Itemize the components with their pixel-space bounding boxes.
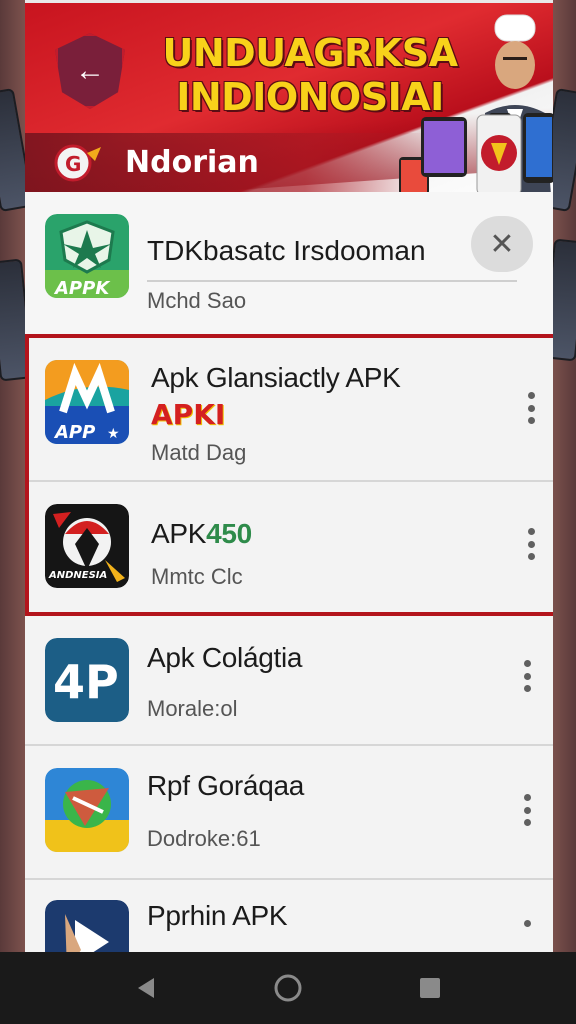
header-banner: ← UNDUAGRKSA INDIONOSIAI G Ndorian [25,0,553,192]
list-item[interactable]: 4P Apk Colágtia Morale:ol [25,616,553,746]
close-icon: ✕ [489,227,515,261]
search-meta: Mchd Sao [147,288,247,313]
back-shield-button[interactable]: ← [55,33,125,109]
apk-shield-app-icon: APPK [45,214,129,298]
app-title: APK450 [151,518,252,549]
app-icon-label: APPK [53,278,111,298]
banner-title: UNDUAGRKSA INDIONOSIAI [162,31,458,119]
app-title: Rpf Goráqaa [147,770,305,801]
app-icon-label: 4P [53,655,119,709]
app-screen: ← UNDUAGRKSA INDIONOSIAI G Ndorian APPK … [25,0,553,1024]
svg-text:★: ★ [107,425,120,441]
more-options-icon[interactable] [515,790,539,830]
app-subtitle: Mmtc Clc [151,564,243,589]
list-item[interactable]: Pprhin APK [25,880,553,984]
app-subtitle: Dodroke:61 [147,826,261,851]
app-icon-label: APP [53,422,95,443]
app-star-icon: APP ★ [45,360,129,444]
app-compass-icon [45,768,129,852]
app-subtitle: Matd Dag [151,440,247,465]
app-pin-icon: ANDNESIA [45,504,129,588]
brand-logo-icon: G [54,144,101,182]
more-options-icon[interactable] [515,920,539,940]
home-circle-icon[interactable] [272,972,304,1004]
search-input[interactable] [147,222,517,282]
app-title: Apk Colágtia [147,642,303,673]
apk-badge: APKI [151,398,226,431]
app-4p-icon: 4P [45,638,129,722]
more-options-icon[interactable] [519,524,543,564]
back-triangle-icon[interactable] [130,972,162,1004]
list-item[interactable]: Rpf Goráqaa Dodroke:61 [25,746,553,880]
featured-group: APP ★ Apk Glansiactly APK APKI Matd Dag … [25,338,553,616]
phones-illustration [399,113,553,192]
list-item[interactable]: ANDNESIA APK450 Mmtc Clc [29,482,553,612]
app-subtitle: Morale:ol [147,696,238,721]
back-arrow-icon: ← [75,54,105,87]
app-title: Apk Glansiactly APK [151,362,401,393]
banner-subtitle: Ndorian [125,145,259,180]
clear-search-button[interactable]: ✕ [471,216,533,272]
system-nav-bar [0,952,576,1024]
app-icon-label: ANDNESIA [48,570,107,581]
recent-square-icon[interactable] [414,972,446,1004]
more-options-icon[interactable] [519,388,543,428]
svg-text:G: G [65,152,81,176]
more-options-icon[interactable] [515,656,539,696]
search-row: APPK ✕ Mchd Sao [25,192,553,338]
app-list: APPK ✕ Mchd Sao APP ★ Apk Glansiactly AP… [25,192,553,984]
list-item[interactable]: APP ★ Apk Glansiactly APK APKI Matd Dag [29,338,553,482]
app-title: Pprhin APK [147,900,288,931]
